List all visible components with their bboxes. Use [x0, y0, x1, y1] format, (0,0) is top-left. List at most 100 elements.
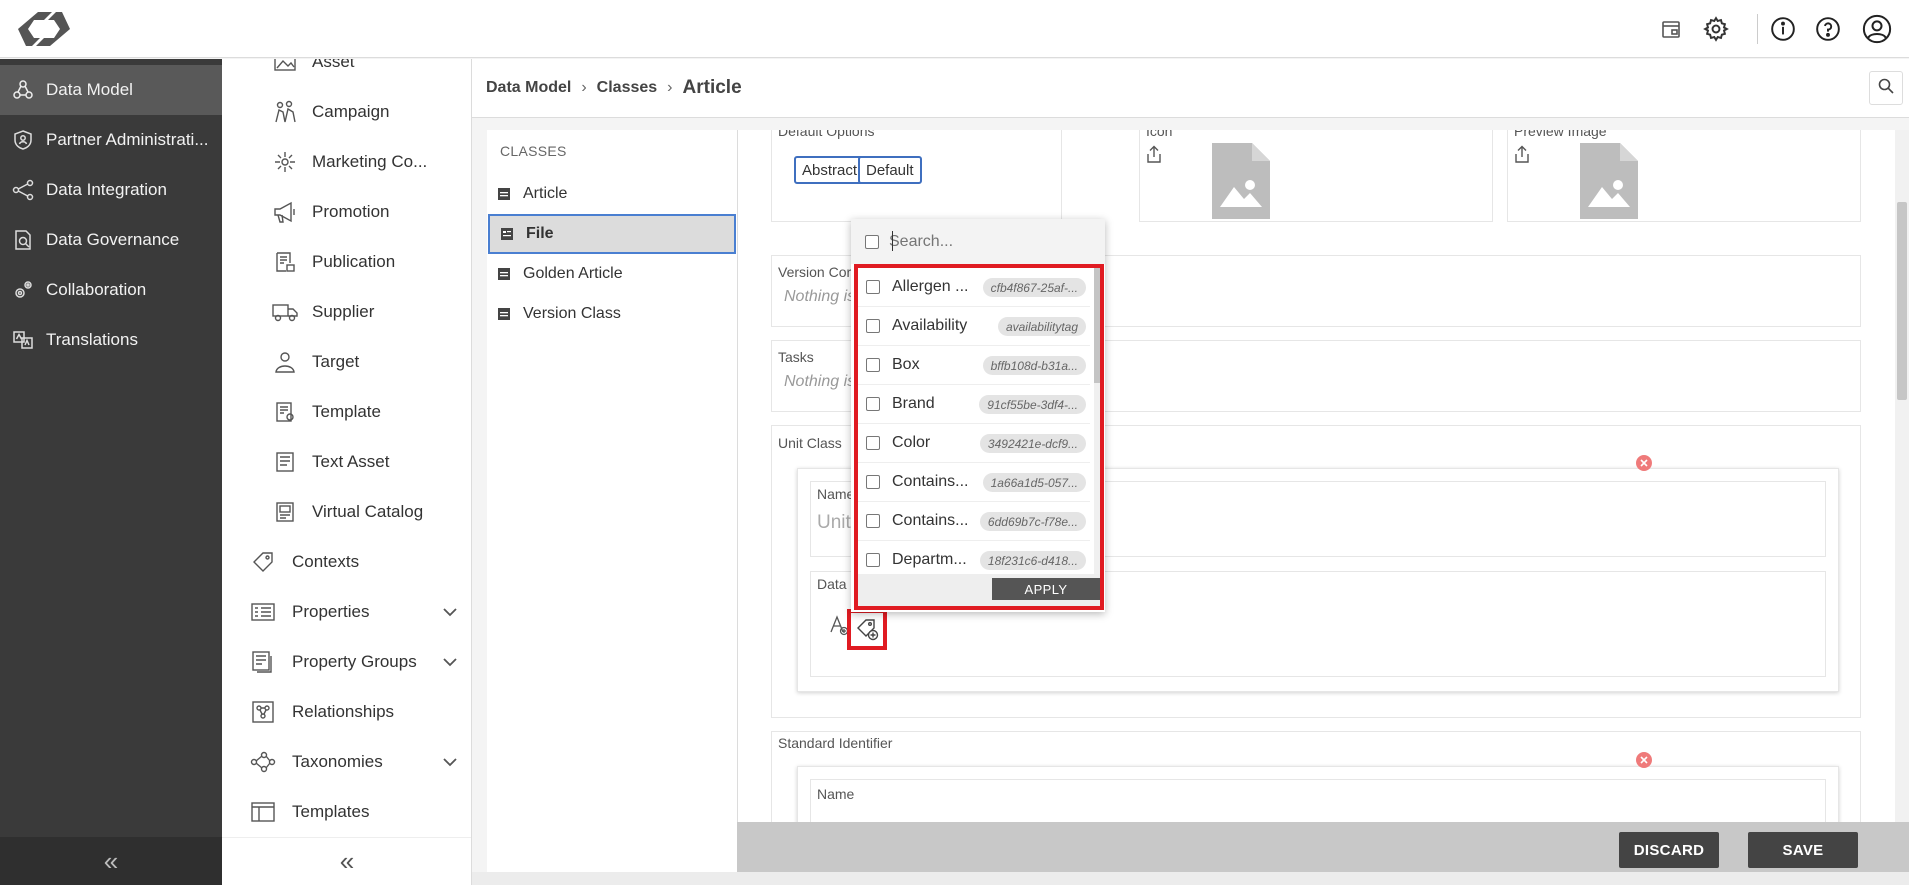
upload-icon[interactable]	[1514, 145, 1530, 168]
picker-scrollbar-thumb[interactable]	[1094, 268, 1100, 383]
chevron-down-icon[interactable]	[442, 754, 458, 775]
double-chevron-left-icon: «	[103, 845, 119, 876]
option-checkbox[interactable]	[866, 397, 880, 411]
chevron-down-icon[interactable]	[442, 604, 458, 625]
double-chevron-left-icon: «	[339, 846, 355, 876]
option-id-tag: 18f231c6-d418...	[979, 551, 1086, 570]
abstract-chip[interactable]: Abstract	[794, 156, 866, 184]
subnav-item-asset[interactable]: Asset	[222, 59, 471, 83]
default-chip[interactable]: Default	[858, 156, 922, 184]
option-id-tag: bffb108d-b31a...	[982, 356, 1086, 375]
subnav-item-properties[interactable]: Properties	[222, 591, 471, 633]
add-text-attribute-icon[interactable]	[829, 614, 849, 641]
info-icon[interactable]	[1768, 14, 1798, 44]
remove-unit-class-button[interactable]	[1636, 455, 1652, 471]
sidebar-item-partner-administration[interactable]: Partner Administrati...	[0, 115, 222, 165]
list-item[interactable]: Color 3492421e-dcf9...	[858, 424, 1090, 463]
upload-icon[interactable]	[1146, 145, 1162, 168]
data-model-icon	[0, 79, 46, 101]
class-icon	[497, 307, 511, 321]
option-checkbox[interactable]	[866, 514, 880, 528]
subnav-item-promotion[interactable]: Promotion	[222, 191, 471, 233]
subnav-item-contexts[interactable]: Contexts	[222, 541, 471, 583]
unit-name-value: Unit	[817, 512, 851, 533]
subnav-item-templates[interactable]: Templates	[222, 791, 471, 833]
class-item-golden-article[interactable]: Golden Article	[487, 254, 737, 294]
subnav-item-text-asset[interactable]: Text Asset	[222, 441, 471, 483]
unit-name-label: Name	[817, 486, 855, 502]
subnav-item-taxonomies[interactable]: Taxonomies	[222, 741, 471, 783]
marketing-icon	[270, 147, 300, 177]
sidebar-item-translations[interactable]: Translations	[0, 315, 222, 365]
action-footer: DISCARD SAVE	[737, 822, 1909, 872]
main-sidebar: Data Model Partner Administrati... Data …	[0, 59, 222, 885]
sidebar-item-data-integration[interactable]: Data Integration	[0, 165, 222, 215]
sidebar-item-collaboration[interactable]: Collaboration	[0, 265, 222, 315]
partner-shield-icon	[0, 129, 46, 151]
subnav-item-campaign[interactable]: Campaign	[222, 91, 471, 133]
class-item-version-class[interactable]: Version Class	[487, 294, 737, 334]
collapse-subnav-button[interactable]: «	[222, 837, 471, 885]
sidebar-item-data-governance[interactable]: Data Governance	[0, 215, 222, 265]
option-checkbox[interactable]	[866, 436, 880, 450]
taxonomies-icon	[248, 747, 278, 777]
sidebar-item-data-model[interactable]: Data Model	[0, 65, 222, 115]
std-name-field[interactable]: Name	[810, 779, 1826, 822]
select-all-checkbox[interactable]	[865, 234, 879, 249]
app-logo-icon[interactable]	[18, 8, 70, 50]
class-item-article[interactable]: Article	[487, 174, 737, 214]
add-property-tag-button[interactable]	[847, 609, 887, 650]
discard-button[interactable]: DISCARD	[1619, 832, 1719, 868]
classes-panel: CLASSES Article File Golden Article Vers…	[487, 130, 737, 872]
subnav-item-virtual-catalog[interactable]: Virtual Catalog	[222, 491, 471, 533]
archive-icon[interactable]	[1656, 14, 1686, 44]
subnav-item-marketing[interactable]: Marketing Co...	[222, 141, 471, 183]
breadcrumb-separator: ›	[581, 79, 587, 96]
list-item[interactable]: Box bffb108d-b31a...	[858, 346, 1090, 385]
subnav-item-template[interactable]: Template	[222, 391, 471, 433]
option-checkbox[interactable]	[866, 280, 880, 294]
list-item[interactable]: Brand 91cf55be-3df4-...	[858, 385, 1090, 424]
tasks-label: Tasks	[778, 349, 814, 365]
option-checkbox[interactable]	[866, 475, 880, 489]
translations-icon	[0, 329, 46, 351]
version-empty-text: Nothing is	[784, 288, 856, 305]
subnav-item-property-groups[interactable]: Property Groups	[222, 641, 471, 683]
option-checkbox[interactable]	[866, 553, 880, 567]
user-avatar-icon[interactable]	[1862, 14, 1892, 44]
option-checkbox[interactable]	[866, 358, 880, 372]
subnav-item-target[interactable]: Target	[222, 341, 471, 383]
picker-scrollbar[interactable]	[1094, 268, 1100, 574]
collapse-sidebar-button[interactable]: «	[0, 837, 222, 885]
detail-scrollbar[interactable]	[1895, 130, 1909, 822]
remove-standard-identifier-button[interactable]	[1636, 752, 1652, 768]
save-button[interactable]: SAVE	[1748, 832, 1858, 868]
list-item[interactable]: Availability availabilitytag	[858, 307, 1090, 346]
help-icon[interactable]	[1813, 14, 1843, 44]
collaboration-gear-icon	[0, 279, 46, 301]
truck-icon	[270, 297, 300, 327]
breadcrumb-classes[interactable]: Classes	[597, 79, 658, 97]
list-item[interactable]: Contains... 6dd69b7c-f78e...	[858, 502, 1090, 541]
standard-identifier-card: Standard Identifier Name	[771, 731, 1861, 822]
option-checkbox[interactable]	[866, 319, 880, 333]
subnav-item-supplier[interactable]: Supplier	[222, 291, 471, 333]
chevron-down-icon[interactable]	[442, 654, 458, 675]
option-id-tag: 91cf55be-3df4-...	[979, 395, 1086, 414]
picker-options-list: Allergen ... cfb4f867-25af-... Availabil…	[854, 264, 1104, 610]
default-options-label: Default Options	[778, 130, 875, 139]
settings-gear-icon[interactable]	[1701, 14, 1731, 44]
list-item[interactable]: Contains... 1a66a1d5-057...	[858, 463, 1090, 502]
breadcrumb-data-model[interactable]: Data Model	[486, 79, 571, 97]
detail-scrollbar-thumb[interactable]	[1897, 202, 1907, 400]
version-control-label: Version Cor	[778, 264, 852, 280]
apply-button[interactable]: APPLY	[992, 578, 1100, 600]
list-item[interactable]: Allergen ... cfb4f867-25af-...	[858, 268, 1090, 307]
search-button[interactable]	[1869, 71, 1903, 105]
option-id-tag: 1a66a1d5-057...	[982, 473, 1086, 492]
picker-search-input[interactable]	[889, 232, 1079, 251]
subnav-item-relationships[interactable]: Relationships	[222, 691, 471, 733]
class-item-file[interactable]: File	[488, 214, 736, 254]
subnav-item-publication[interactable]: Publication	[222, 241, 471, 283]
standard-identifier-entry: Name	[797, 766, 1839, 822]
